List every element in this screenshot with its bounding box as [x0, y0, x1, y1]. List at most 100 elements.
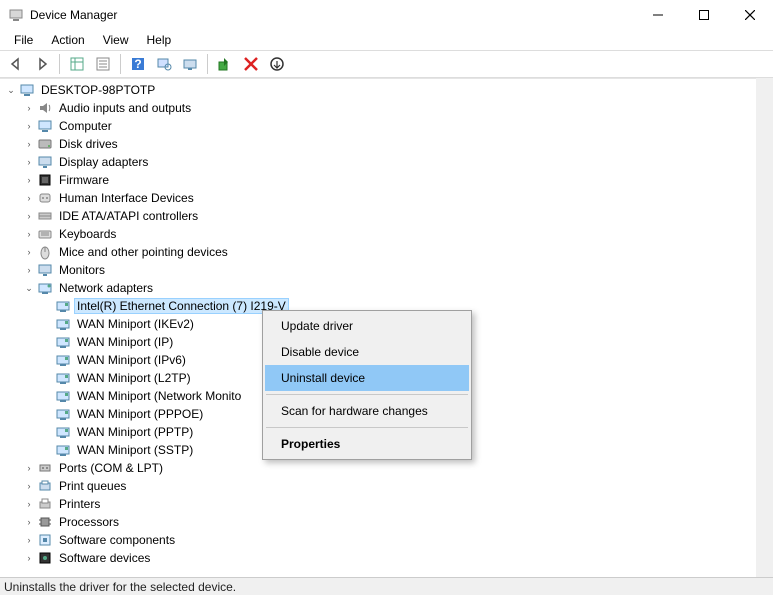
- netadapter-icon: [55, 352, 71, 368]
- ports-icon: [37, 460, 53, 476]
- vertical-scrollbar[interactable]: [756, 78, 773, 577]
- context-menu: Update driver Disable device Uninstall d…: [262, 310, 472, 460]
- expand-icon[interactable]: ›: [22, 245, 36, 259]
- category-label: Processors: [56, 514, 122, 530]
- printqueue-icon: [37, 478, 53, 494]
- expand-icon[interactable]: ›: [22, 227, 36, 241]
- tree-category[interactable]: ›Audio inputs and outputs: [0, 99, 773, 117]
- ctx-separator: [266, 394, 468, 395]
- netadapter-icon: [55, 370, 71, 386]
- expand-icon[interactable]: ›: [22, 173, 36, 187]
- scan-hardware-button[interactable]: [152, 52, 176, 76]
- expand-icon[interactable]: ›: [22, 263, 36, 277]
- expand-icon[interactable]: ›: [22, 119, 36, 133]
- svg-text:?: ?: [134, 57, 141, 71]
- expand-icon[interactable]: ›: [22, 479, 36, 493]
- netadapter-icon: [55, 442, 71, 458]
- expand-icon[interactable]: ›: [22, 137, 36, 151]
- update-driver-button[interactable]: [178, 52, 202, 76]
- category-list: ›Audio inputs and outputs›Computer›Disk …: [0, 99, 773, 297]
- enable-device-button[interactable]: [213, 52, 237, 76]
- tree-category[interactable]: › Ports (COM & LPT): [0, 459, 773, 477]
- ctx-properties[interactable]: Properties: [265, 431, 469, 457]
- tree-category[interactable]: › Display adapters: [0, 153, 773, 171]
- expand-icon[interactable]: ›: [22, 191, 36, 205]
- tree-category[interactable]: ›Printers: [0, 495, 773, 513]
- category-list-2: › Ports (COM & LPT)›Print queues›Printers…: [0, 459, 773, 567]
- properties-button[interactable]: [91, 52, 115, 76]
- category-label: Monitors: [56, 262, 108, 278]
- device-label: WAN Miniport (IPv6): [74, 352, 189, 368]
- category-label: Software devices: [56, 550, 153, 566]
- device-label: WAN Miniport (L2TP): [74, 370, 194, 386]
- menu-action[interactable]: Action: [43, 31, 92, 49]
- back-button[interactable]: [4, 52, 28, 76]
- toolbar-separator: [207, 54, 208, 74]
- tree-category[interactable]: ›Keyboards: [0, 225, 773, 243]
- maximize-button[interactable]: [681, 0, 727, 30]
- network-icon: [37, 280, 53, 296]
- disable-device-button[interactable]: [265, 52, 289, 76]
- tree-category[interactable]: ›IDE ATA/ATAPI controllers: [0, 207, 773, 225]
- device-label: WAN Miniport (PPTP): [74, 424, 196, 440]
- statusbar-text: Uninstalls the driver for the selected d…: [4, 580, 236, 594]
- toolbar-separator: [120, 54, 121, 74]
- menu-help[interactable]: Help: [139, 31, 180, 49]
- expand-icon[interactable]: ›: [22, 155, 36, 169]
- swdev-icon: [37, 550, 53, 566]
- audio-icon: [37, 100, 53, 116]
- expand-icon[interactable]: ›: [22, 497, 36, 511]
- ctx-disable-device[interactable]: Disable device: [265, 339, 469, 365]
- category-label: Ports (COM & LPT): [56, 460, 166, 476]
- ctx-update-driver[interactable]: Update driver: [265, 313, 469, 339]
- show-hide-tree-button[interactable]: [65, 52, 89, 76]
- expand-icon[interactable]: ›: [22, 101, 36, 115]
- device-label: WAN Miniport (IKEv2): [74, 316, 197, 332]
- tree-category[interactable]: › Monitors: [0, 261, 773, 279]
- menu-file[interactable]: File: [6, 31, 41, 49]
- expand-icon[interactable]: ›: [22, 533, 36, 547]
- tree-category[interactable]: ›Disk drives: [0, 135, 773, 153]
- firmware-icon: [37, 172, 53, 188]
- category-label: Network adapters: [56, 280, 156, 296]
- tree-category[interactable]: ›Human Interface Devices: [0, 189, 773, 207]
- tree-category[interactable]: › Computer: [0, 117, 773, 135]
- expand-icon[interactable]: ›: [22, 461, 36, 475]
- cpu-icon: [37, 514, 53, 530]
- device-label: Intel(R) Ethernet Connection (7) I219-V: [74, 298, 289, 314]
- statusbar: Uninstalls the driver for the selected d…: [0, 577, 773, 595]
- uninstall-device-button[interactable]: [239, 52, 263, 76]
- swcomp-icon: [37, 532, 53, 548]
- disk-icon: [37, 136, 53, 152]
- collapse-icon[interactable]: ⌄: [4, 83, 18, 97]
- tree-category[interactable]: ›Mice and other pointing devices: [0, 243, 773, 261]
- tree-category[interactable]: ›Print queues: [0, 477, 773, 495]
- forward-button[interactable]: [30, 52, 54, 76]
- hid-icon: [37, 190, 53, 206]
- collapse-icon[interactable]: ⌄: [22, 281, 36, 295]
- device-label: WAN Miniport (SSTP): [74, 442, 196, 458]
- ctx-uninstall-device[interactable]: Uninstall device: [265, 365, 469, 391]
- expand-icon[interactable]: ›: [22, 209, 36, 223]
- tree-category[interactable]: ›Software components: [0, 531, 773, 549]
- app-icon: [8, 7, 24, 23]
- category-label: Display adapters: [56, 154, 151, 170]
- minimize-button[interactable]: [635, 0, 681, 30]
- help-button[interactable]: ?: [126, 52, 150, 76]
- window-buttons: [635, 0, 773, 30]
- tree-category[interactable]: › Software devices: [0, 549, 773, 567]
- tree-category[interactable]: › Processors: [0, 513, 773, 531]
- netadapter-icon: [55, 424, 71, 440]
- menu-view[interactable]: View: [95, 31, 137, 49]
- ctx-scan-hardware[interactable]: Scan for hardware changes: [265, 398, 469, 424]
- close-button[interactable]: [727, 0, 773, 30]
- expand-icon[interactable]: ›: [22, 515, 36, 529]
- category-label: Computer: [56, 118, 115, 134]
- mouse-icon: [37, 244, 53, 260]
- tree-root[interactable]: ⌄ DESKTOP-98PTOTP: [0, 81, 773, 99]
- netadapter-icon: [55, 388, 71, 404]
- netadapter-icon: [55, 406, 71, 422]
- expand-icon[interactable]: ›: [22, 551, 36, 565]
- tree-category[interactable]: ⌄ Network adapters: [0, 279, 773, 297]
- tree-category[interactable]: ›Firmware: [0, 171, 773, 189]
